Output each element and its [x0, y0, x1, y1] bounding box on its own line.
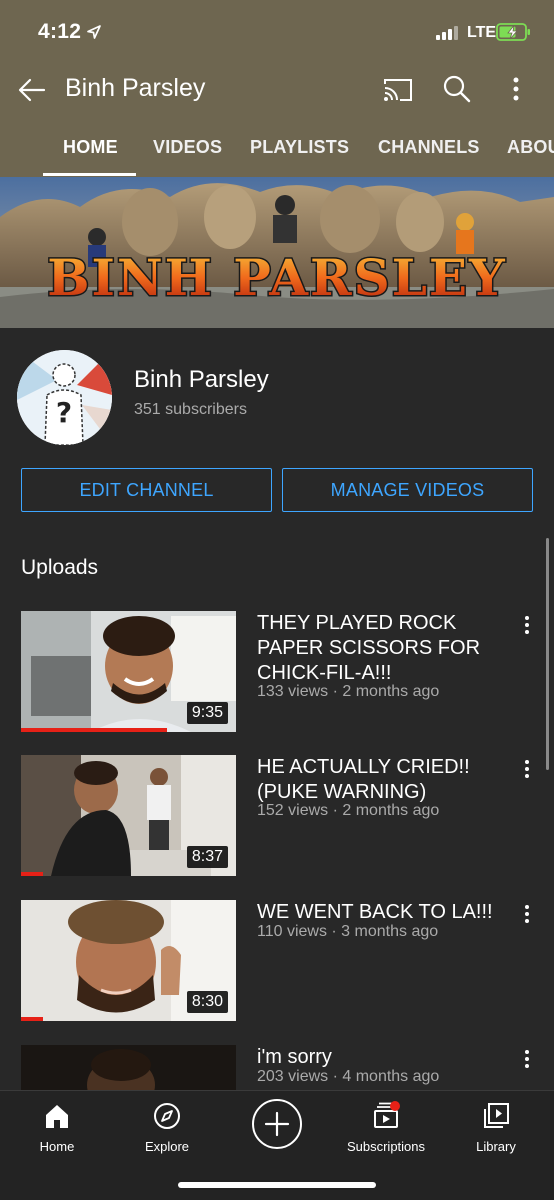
nav-subscriptions-label: Subscriptions: [346, 1139, 426, 1154]
subscriptions-icon: [374, 1101, 400, 1128]
video-duration: 9:35: [186, 702, 228, 724]
banner-image: BINH PARSLEY: [0, 177, 554, 328]
video-more-icon[interactable]: [520, 904, 534, 924]
network-label: LTE: [467, 24, 497, 41]
video-meta: 133 views · 2 months ago: [257, 683, 440, 700]
watch-progress-bar: [21, 1017, 43, 1021]
nav-home-label: Home: [39, 1139, 75, 1154]
status-time: 4:12: [38, 20, 82, 43]
channel-profile: ? Binh Parsley 351 subscribers: [0, 328, 554, 458]
video-title[interactable]: WE WENT BACK TO LA!!!: [257, 900, 507, 925]
video-more-icon[interactable]: [520, 759, 534, 779]
nav-explore[interactable]: Explore: [122, 1101, 212, 1154]
channel-avatar[interactable]: ?: [17, 350, 112, 445]
video-meta: 203 views · 4 months ago: [257, 1068, 440, 1085]
video-duration: 8:37: [186, 846, 228, 868]
battery-charging-icon: [496, 23, 530, 41]
video-thumbnail[interactable]: 9:35: [21, 611, 236, 732]
video-thumbnail[interactable]: 8:37: [21, 755, 236, 876]
video-meta: 152 views · 2 months ago: [257, 802, 440, 819]
subscriber-count: 351 subscribers: [134, 401, 247, 418]
mystery-silhouette-icon: ?: [17, 350, 112, 445]
video-more-icon[interactable]: [520, 615, 534, 635]
svg-text:?: ?: [56, 396, 72, 429]
status-bar: 4:12 LTE: [0, 0, 554, 60]
video-item[interactable]: 8:37 HE ACTUALLY CRIED!! (PUKE WARNING) …: [0, 755, 554, 880]
cast-icon[interactable]: [382, 76, 414, 104]
top-header-area: 4:12 LTE Binh Parsley HOME VIDEOS PLAYLI…: [0, 0, 554, 177]
channel-tabs: HOME VIDEOS PLAYLISTS CHANNELS ABOUT: [0, 120, 554, 177]
tab-channels[interactable]: CHANNELS: [378, 137, 480, 158]
channel-banner: BINH PARSLEY: [0, 177, 554, 328]
nav-library-label: Library: [476, 1139, 516, 1154]
header-channel-title: Binh Parsley: [65, 74, 206, 102]
back-arrow-icon[interactable]: [16, 74, 48, 106]
library-icon: [484, 1103, 509, 1128]
video-title[interactable]: THEY PLAYED ROCK PAPER SCISSORS FOR CHIC…: [257, 611, 507, 686]
tab-home[interactable]: HOME: [63, 137, 118, 158]
home-indicator: [178, 1182, 376, 1188]
banner-logo-text: BINH PARSLEY: [47, 248, 506, 307]
video-item[interactable]: i'm sorry 203 views · 4 months ago: [0, 1045, 554, 1090]
edit-channel-button[interactable]: EDIT CHANNEL: [21, 468, 272, 512]
create-button[interactable]: [252, 1099, 302, 1149]
location-arrow-icon: [87, 25, 101, 39]
video-item[interactable]: 9:35 THEY PLAYED ROCK PAPER SCISSORS FOR…: [0, 611, 554, 736]
nav-home[interactable]: Home: [12, 1101, 102, 1154]
manage-videos-button[interactable]: MANAGE VIDEOS: [282, 468, 533, 512]
video-thumbnail[interactable]: 8:30: [21, 900, 236, 1021]
video-duration: 8:30: [186, 991, 228, 1013]
video-item[interactable]: 8:30 WE WENT BACK TO LA!!! 110 views · 3…: [0, 900, 554, 1025]
channel-name: Binh Parsley: [134, 366, 269, 393]
watch-progress-bar: [21, 728, 168, 732]
tab-playlists[interactable]: PLAYLISTS: [250, 137, 349, 158]
tab-videos[interactable]: VIDEOS: [153, 137, 222, 158]
nav-library[interactable]: Library: [451, 1101, 541, 1154]
more-vert-icon[interactable]: [506, 74, 526, 104]
video-more-icon[interactable]: [520, 1049, 534, 1069]
app-bar: Binh Parsley: [0, 62, 554, 118]
plus-icon: [264, 1111, 290, 1137]
video-title[interactable]: i'm sorry: [257, 1045, 507, 1070]
uploads-section-title: Uploads: [21, 556, 99, 579]
tab-about[interactable]: ABOUT: [507, 137, 554, 158]
compass-icon: [154, 1103, 180, 1129]
nav-explore-label: Explore: [144, 1139, 190, 1154]
video-thumbnail[interactable]: [21, 1045, 236, 1090]
video-meta: 110 views · 3 months ago: [257, 923, 439, 940]
nav-subscriptions[interactable]: Subscriptions: [341, 1101, 431, 1154]
watch-progress-bar: [21, 872, 43, 876]
home-icon: [46, 1105, 68, 1128]
video-title[interactable]: HE ACTUALLY CRIED!! (PUKE WARNING): [257, 755, 507, 805]
signal-icon: [436, 26, 458, 40]
active-tab-indicator: [43, 173, 136, 176]
search-icon[interactable]: [442, 74, 472, 104]
